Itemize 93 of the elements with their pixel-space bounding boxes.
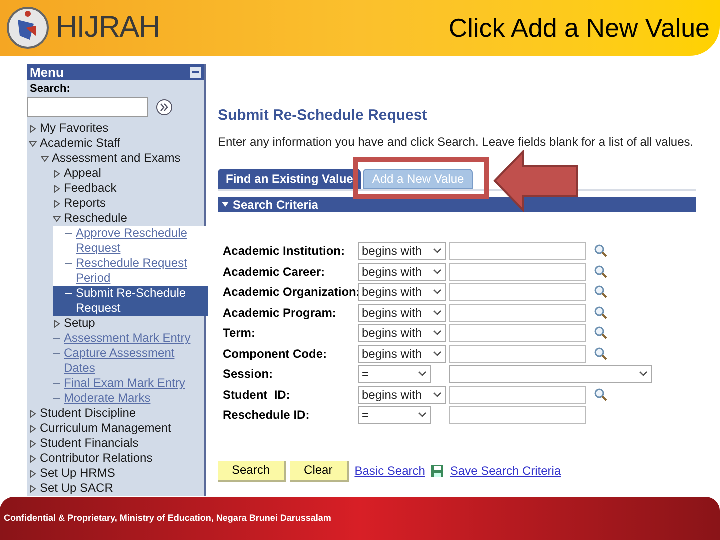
link[interactable]: Save Search Criteria [450, 462, 562, 480]
menu-folder[interactable]: Student Discipline [40, 406, 136, 421]
menu-folder[interactable]: Contributor Relations [40, 451, 153, 466]
chevron-down-icon [418, 371, 427, 378]
section-title: Search Criteria [233, 196, 318, 214]
field-label: Student ID: [223, 386, 292, 404]
operator-select[interactable]: begins with [358, 344, 446, 363]
menu-link-row[interactable]: Final Exam Mark Entry [53, 376, 204, 391]
operator-select[interactable]: = [358, 365, 431, 384]
operator-select[interactable]: = [358, 406, 431, 424]
dash-icon [53, 353, 60, 355]
expanded-triangle-icon[interactable] [53, 215, 61, 223]
dash-icon [53, 398, 60, 400]
value-input[interactable] [449, 324, 586, 342]
form-button[interactable]: Search [218, 460, 286, 482]
section-header[interactable]: Search Criteria [218, 197, 696, 212]
chevron-down-icon [433, 248, 442, 254]
dash-icon [53, 338, 60, 340]
field-label: Academic Organization: [223, 284, 358, 302]
menu-folder[interactable]: Set Up HRMS [40, 466, 116, 481]
link[interactable]: Basic Search [354, 462, 426, 480]
menu-folder[interactable]: Feedback [64, 181, 117, 196]
value-input[interactable] [449, 242, 586, 260]
pointer-arrow-icon [493, 150, 581, 212]
menu-folder[interactable]: Setup [64, 316, 96, 331]
instructions-text: Enter any information you have and click Search. Leave fields blank for a list of all values. [218, 134, 695, 151]
slide-title: Click Add a New Value [448, 12, 710, 44]
menu-folder[interactable]: My Favorites [40, 121, 109, 136]
chevron-down-icon [433, 289, 442, 296]
menu-link-row[interactable]: Moderate Marks [53, 391, 204, 406]
go-button-icon[interactable] [156, 98, 173, 116]
tab[interactable]: Find an Existing Value [218, 169, 362, 189]
page-title: Submit Re-Schedule Request [218, 108, 428, 123]
chevron-down-icon [639, 371, 648, 378]
menu-link-row[interactable]: Reschedule Request Period [65, 256, 208, 286]
menu-link-row[interactable]: Submit Re-Schedule Request [53, 286, 208, 316]
menu-search-field[interactable] [27, 97, 148, 117]
dash-icon [53, 383, 60, 385]
menu-title: Menu [30, 64, 64, 80]
search-icon[interactable] [594, 264, 608, 279]
value-input[interactable] [449, 262, 586, 281]
search-icon[interactable] [594, 285, 608, 300]
search-icon[interactable] [594, 346, 608, 361]
menu-folder[interactable]: Reschedule [64, 211, 128, 226]
menu-folder[interactable]: Appeal [64, 166, 102, 181]
menu-folder[interactable]: Set Up SACR [40, 481, 114, 496]
menu-link-row[interactable]: Capture Assessment Dates [53, 346, 204, 376]
chevron-down-icon [433, 310, 442, 316]
menu-folder[interactable]: Academic Staff [40, 136, 120, 151]
chevron-down-icon [433, 268, 442, 275]
field-label: Reschedule ID: [223, 407, 311, 424]
operator-select[interactable]: begins with [358, 262, 446, 281]
chevron-down-icon [418, 412, 427, 418]
collapsed-triangle-icon[interactable] [53, 320, 61, 328]
field-label: Session: [223, 366, 274, 384]
menu-folder[interactable]: Reports [64, 196, 106, 211]
operator-select[interactable]: begins with [358, 304, 446, 322]
collapse-button[interactable] [190, 66, 201, 78]
value-input[interactable] [449, 344, 586, 363]
operator-select[interactable]: begins with [358, 283, 446, 302]
menu-folder[interactable]: Student Financials [40, 436, 139, 451]
field-label: Term: [223, 325, 256, 342]
search-icon[interactable] [594, 388, 608, 402]
operator-select[interactable]: begins with [358, 242, 446, 260]
form-button[interactable]: Clear [290, 460, 349, 482]
expanded-triangle-icon [222, 202, 229, 208]
menu-link-row[interactable]: Assessment Mark Entry [53, 331, 204, 346]
chevron-down-icon [433, 350, 442, 357]
menu-folder[interactable]: Curriculum Management [40, 421, 172, 436]
collapsed-triangle-icon[interactable] [29, 125, 37, 133]
value-input[interactable] [449, 406, 586, 424]
search-icon[interactable] [594, 244, 608, 258]
chevron-down-icon [433, 330, 442, 336]
menu-link-row[interactable]: Approve Reschedule Request [65, 226, 208, 256]
field-label: Component Code: [223, 346, 328, 363]
field-label: Academic Program: [223, 304, 338, 322]
logo-text: HIJRAH [56, 13, 160, 43]
value-input[interactable] [449, 283, 586, 302]
field-label: Academic Institution: [223, 243, 346, 260]
search-icon[interactable] [594, 326, 608, 340]
operator-select[interactable]: begins with [358, 386, 446, 404]
footer-text: Confidential & Proprietary, Ministry of Education, Negara Brunei Darussalam [4, 512, 332, 525]
dash-icon [65, 263, 72, 265]
search-label: Search: [29, 82, 72, 97]
dash-icon [65, 233, 72, 235]
operator-select[interactable]: begins with [358, 324, 446, 342]
value-input[interactable] [449, 304, 586, 322]
field-label: Academic Career: [223, 264, 326, 281]
menu-folder[interactable]: Assessment and Exams [52, 151, 181, 166]
chevron-down-icon [433, 392, 442, 398]
value-input[interactable] [449, 386, 586, 404]
dash-icon [65, 293, 72, 295]
search-icon[interactable] [594, 306, 608, 320]
